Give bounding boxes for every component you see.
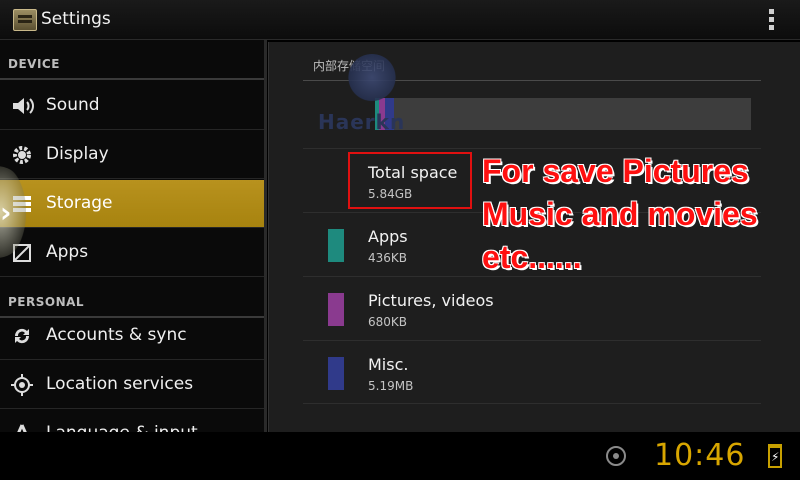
promo-overlay: For save Pictures Music and movies etc..… [482,150,758,279]
menu-item-apps[interactable]: Apps [0,229,266,277]
storage-row-pictures[interactable]: Pictures, videos 680KB [303,276,761,340]
gear-icon [13,146,31,164]
menu-item-accounts-sync[interactable]: Accounts & sync [0,312,266,360]
storage-row-misc[interactable]: Misc. 5.19MB [303,340,761,404]
gps-icon [606,446,626,466]
settings-list: DEVICE Sound Display Storage Apps PERSON… [0,40,266,458]
system-bar: 10:46 ⚡ [0,432,800,480]
location-icon [11,374,33,396]
clock: 10:46 [654,438,746,473]
battery-charging-icon: ⚡ [768,444,782,468]
settings-app-icon[interactable] [13,9,37,31]
promo-line-3: etc...... [482,239,582,275]
speaker-icon [13,98,34,114]
watermark-text: Haerkn [318,110,406,134]
storage-usage-bar [375,98,751,130]
pane-divider [264,40,267,432]
menu-item-location-services[interactable]: Location services [0,361,266,409]
promo-line-2: Music and movies [482,196,758,232]
watermark-logo [346,54,398,106]
menu-item-display[interactable]: Display [0,131,266,179]
menu-item-sound[interactable]: Sound [0,82,266,130]
sync-icon [14,328,30,344]
chevron-right-icon: › [0,196,12,229]
section-header-device: DEVICE [0,40,266,80]
color-swatch [328,293,344,326]
color-swatch [328,229,344,262]
promo-line-1: For save Pictures [482,153,749,189]
action-bar: Settings [0,0,800,40]
menu-item-storage[interactable]: Storage [0,180,266,228]
color-swatch [328,357,344,390]
total-space-highlight [348,152,472,209]
app-title: Settings [41,9,111,29]
overflow-menu-icon[interactable] [766,9,776,33]
